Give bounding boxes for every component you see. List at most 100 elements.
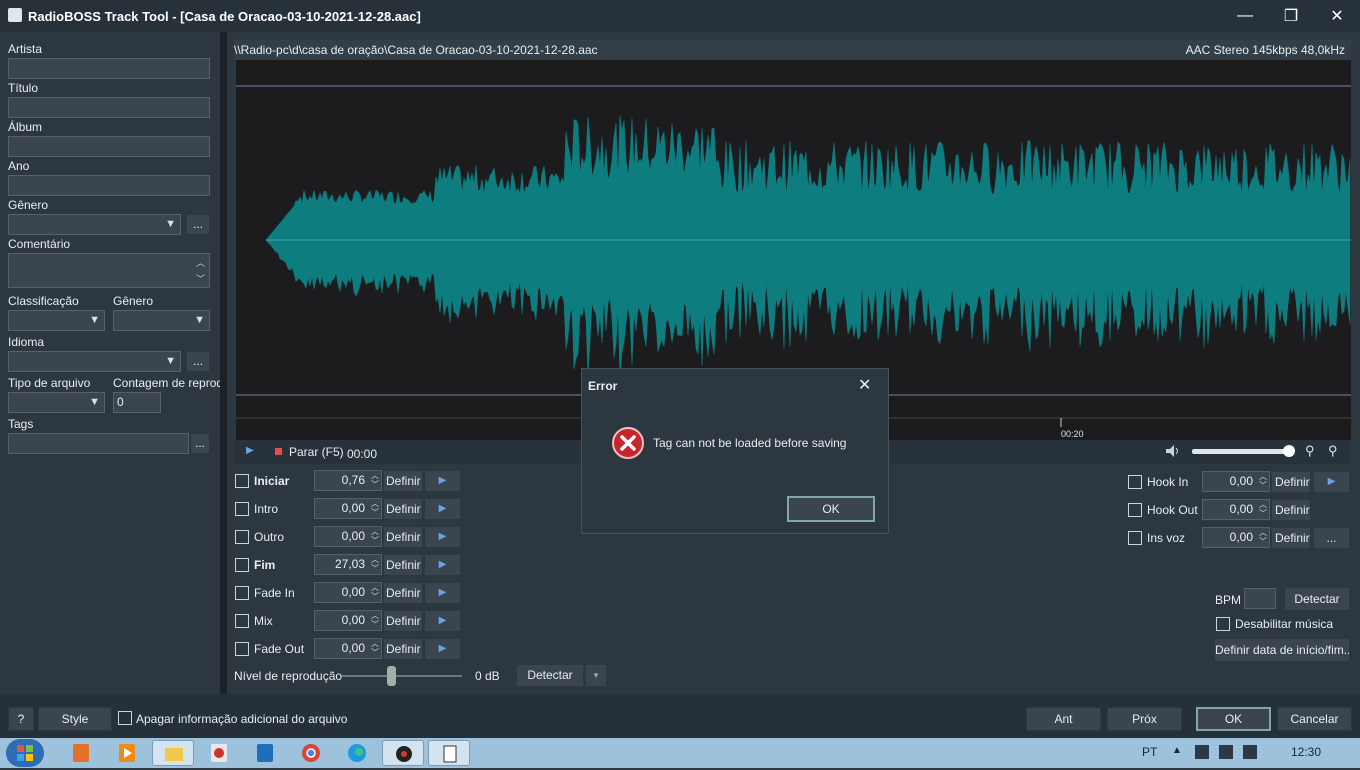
edge-icon[interactable] [336, 740, 378, 766]
level-slider[interactable] [342, 675, 462, 677]
cancel-button[interactable]: Cancelar [1277, 707, 1352, 731]
level-detect-dropdown[interactable]: ▼ [585, 664, 607, 687]
hook-checkbox[interactable] [1128, 503, 1142, 517]
marker-checkbox[interactable] [235, 614, 249, 628]
help-button[interactable]: ? [8, 707, 34, 731]
hook-action-button[interactable]: ▶ [1313, 471, 1350, 493]
erase-info-checkbox[interactable] [118, 711, 132, 725]
marker-checkbox[interactable] [235, 530, 249, 544]
marker-define-button[interactable]: Definir [383, 526, 423, 548]
marker-checkbox[interactable] [235, 502, 249, 516]
level-slider-thumb[interactable] [387, 666, 396, 686]
marker-checkbox[interactable] [235, 642, 249, 656]
spinner-arrows-icon[interactable]: ︿ ﹀ [1259, 500, 1267, 518]
track-tool-icon[interactable] [428, 740, 470, 766]
zoom-out-icon[interactable]: ⚲ [1305, 443, 1315, 459]
contagem-field[interactable]: 0 [113, 392, 161, 413]
marker-play-button[interactable]: ▶ [424, 498, 461, 520]
stop-icon[interactable] [275, 448, 282, 455]
marker-define-button[interactable]: Definir [383, 582, 423, 604]
flag-icon[interactable] [1195, 745, 1209, 759]
marker-value[interactable]: 0,76 ︿ ﹀ [314, 470, 382, 491]
marker-checkbox[interactable] [235, 474, 249, 488]
maximize-button[interactable]: ❐ [1268, 0, 1314, 32]
artista-field[interactable] [8, 58, 210, 79]
taskbar-app-1-icon[interactable] [60, 740, 102, 766]
marker-play-button[interactable]: ▶ [424, 526, 461, 548]
tags-more-button[interactable]: ... [190, 433, 210, 454]
hook-define-button[interactable]: Definir [1271, 499, 1311, 521]
hook-checkbox[interactable] [1128, 531, 1142, 545]
bpm-detect-button[interactable]: Detectar [1284, 587, 1350, 611]
spinner-arrows-icon[interactable]: ︿ ﹀ [371, 471, 379, 489]
style-button[interactable]: Style [38, 707, 112, 731]
file-explorer-icon[interactable] [152, 740, 194, 766]
media-player-icon[interactable] [106, 740, 148, 766]
language-indicator[interactable]: PT [1142, 745, 1157, 759]
next-button[interactable]: Próx [1107, 707, 1182, 731]
marker-play-button[interactable]: ▶ [424, 638, 461, 660]
marker-define-button[interactable]: Definir [383, 554, 423, 576]
marker-value[interactable]: 0,00 ︿ ﹀ [314, 610, 382, 631]
start-button[interactable] [6, 739, 44, 767]
marker-value[interactable]: 0,00 ︿ ﹀ [314, 498, 382, 519]
dialog-close-button[interactable]: ✕ [858, 375, 871, 395]
hook-define-button[interactable]: Definir [1271, 527, 1311, 549]
genero-select[interactable]: ▼ [8, 214, 181, 235]
panel-splitter[interactable] [220, 32, 227, 694]
marker-play-button[interactable]: ▶ [424, 582, 461, 604]
network-icon[interactable] [1219, 745, 1233, 759]
marker-define-button[interactable]: Definir [383, 470, 423, 492]
chrome-icon[interactable] [290, 740, 332, 766]
spinner-arrows-icon[interactable]: ︿ ﹀ [1259, 528, 1267, 546]
dialog-ok-button[interactable]: OK [787, 496, 875, 522]
classificacao-select[interactable]: ▼ [8, 310, 105, 331]
idioma-select[interactable]: ▼ [8, 351, 181, 372]
scroll-up-icon[interactable]: ︿ [196, 256, 205, 269]
hook-action-button[interactable]: ... [1313, 527, 1350, 549]
marker-define-button[interactable]: Definir [383, 638, 423, 660]
marker-play-button[interactable]: ▶ [424, 470, 461, 492]
radioboss-icon[interactable] [382, 740, 424, 766]
comentario-field[interactable]: ︿ ﹀ [8, 253, 210, 288]
disable-music-checkbox[interactable] [1216, 617, 1230, 631]
tags-field[interactable] [8, 433, 189, 454]
album-field[interactable] [8, 136, 210, 157]
genero-more-button[interactable]: ... [186, 214, 210, 235]
bpm-field[interactable] [1244, 588, 1276, 609]
tray-expand-icon[interactable]: ▲ [1172, 745, 1182, 756]
marker-value[interactable]: 0,00 ︿ ﹀ [314, 582, 382, 603]
marker-play-button[interactable]: ▶ [424, 610, 461, 632]
titulo-field[interactable] [8, 97, 210, 118]
hook-define-button[interactable]: Definir [1271, 471, 1311, 493]
spinner-arrows-icon[interactable]: ︿ ﹀ [371, 499, 379, 517]
spinner-arrows-icon[interactable]: ︿ ﹀ [371, 639, 379, 657]
minimize-button[interactable]: — [1222, 0, 1268, 32]
speaker-icon[interactable] [1164, 444, 1182, 458]
marker-define-button[interactable]: Definir [383, 610, 423, 632]
scroll-down-icon[interactable]: ﹀ [196, 272, 205, 285]
spinner-arrows-icon[interactable]: ︿ ﹀ [371, 527, 379, 545]
marker-define-button[interactable]: Definir [383, 498, 423, 520]
marker-checkbox[interactable] [235, 558, 249, 572]
genero2-select[interactable]: ▼ [113, 310, 210, 331]
spinner-arrows-icon[interactable]: ︿ ﹀ [371, 555, 379, 573]
hook-checkbox[interactable] [1128, 475, 1142, 489]
zoom-in-icon[interactable]: ⚲ [1328, 443, 1338, 459]
ok-button[interactable]: OK [1196, 707, 1271, 731]
volume-slider[interactable] [1192, 449, 1290, 454]
clock[interactable]: 12:30 [1291, 745, 1321, 759]
taskbar-app-4-icon[interactable] [198, 740, 240, 766]
level-detect-button[interactable]: Detectar [516, 664, 584, 687]
spinner-arrows-icon[interactable]: ︿ ﹀ [1259, 472, 1267, 490]
marker-checkbox[interactable] [235, 586, 249, 600]
spinner-arrows-icon[interactable]: ︿ ﹀ [371, 611, 379, 629]
hook-value[interactable]: 0,00 ︿ ﹀ [1202, 471, 1270, 492]
define-date-button[interactable]: Definir data de início/fim... [1214, 638, 1350, 662]
spinner-arrows-icon[interactable]: ︿ ﹀ [371, 583, 379, 601]
play-button[interactable]: ▶ [246, 445, 254, 456]
idioma-more-button[interactable]: ... [186, 351, 210, 372]
ano-field[interactable] [8, 175, 210, 196]
taskbar-app-5-icon[interactable] [244, 740, 286, 766]
marker-value[interactable]: 0,00 ︿ ﹀ [314, 526, 382, 547]
